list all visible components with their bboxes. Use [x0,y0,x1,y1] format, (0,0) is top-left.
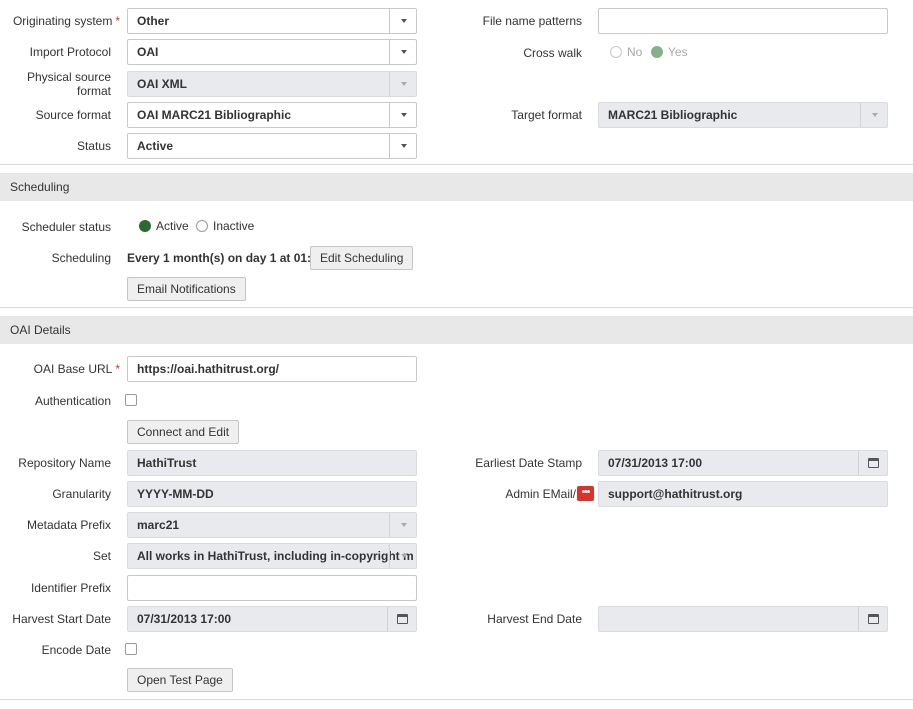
encode-date-label: Encode Date [41,643,111,657]
target-format-label: Target format [511,108,582,122]
source-format-value: OAI MARC21 Bibliographic [137,108,292,122]
harvest-end-date-label: Harvest End Date [487,612,582,626]
set-select: All works in HathiTrust, including in-co… [127,543,417,569]
metadata-prefix-select: marc21 [127,512,417,538]
scheduler-active-radio[interactable] [139,220,151,232]
divider [0,164,913,165]
scheduler-inactive-label: Inactive [213,219,255,233]
status-value: Active [137,139,174,153]
cross-walk-label: Cross walk [523,46,582,60]
file-name-patterns-input[interactable] [598,8,888,34]
oai-base-url-input[interactable]: https://oai.hathitrust.org/ [127,356,417,382]
admin-email-label: Admin EMail/ [505,487,576,501]
originating-system-label-text: Originating system [12,14,113,28]
physical-source-format-select: OAI XML [127,71,417,97]
chevron-down-icon [389,544,416,568]
target-format-value: MARC21 Bibliographic [608,108,738,122]
import-protocol-select[interactable]: OAI [127,39,417,65]
file-name-patterns-label: File name patterns [482,14,582,28]
harvest-start-date-value: 07/31/2013 17:00 [137,612,232,626]
divider [0,699,913,700]
chevron-down-icon [389,513,416,537]
originating-system-select[interactable]: Other [127,8,417,34]
email-notifications-button[interactable]: Email Notifications [127,277,246,301]
scheduling-section-header: Scheduling [0,173,913,201]
set-value: All works in HathiTrust, including in-co… [137,549,414,563]
chevron-down-icon[interactable] [389,9,416,33]
physical-source-format-label: Physical source format [0,70,111,98]
status-label: Status [76,139,111,153]
calendar-icon[interactable] [387,607,416,631]
authentication-label: Authentication [34,394,111,408]
scheduler-active-label: Active [156,219,189,233]
chevron-down-icon[interactable] [389,134,416,158]
earliest-date-stamp-label: Earliest Date Stamp [475,456,582,470]
cross-walk-no-radio [610,46,622,58]
import-protocol-value: OAI [137,45,159,59]
calendar-icon[interactable] [858,451,887,475]
divider [0,307,913,308]
chevron-down-icon [389,72,416,96]
encode-date-checkbox[interactable] [125,643,137,655]
edit-scheduling-button[interactable]: Edit Scheduling [310,246,414,270]
chevron-down-icon[interactable] [389,40,416,64]
set-label: Set [92,549,111,563]
required-marker: * [115,362,120,376]
harvest-start-date-label: Harvest Start Date [12,612,111,626]
cross-walk-yes-label: Yes [668,45,688,59]
oai-base-url-label: OAI Base URL * [0,362,120,376]
authentication-checkbox[interactable] [125,394,137,406]
repository-name-field: HathiTrust [127,450,417,476]
chevron-down-icon[interactable] [389,103,416,127]
metadata-prefix-label: Metadata Prefix [26,518,111,532]
source-format-label: Source format [35,108,111,122]
target-format-select: MARC21 Bibliographic [598,102,888,128]
email-icon[interactable]: ••• [577,486,594,501]
required-marker: * [115,14,120,28]
earliest-date-stamp-field: 07/31/2013 17:00 [598,450,888,476]
physical-source-format-label-line2: format [76,84,111,98]
harvest-start-date-field: 07/31/2013 17:00 [127,606,417,632]
calendar-icon[interactable] [858,607,887,631]
scheduling-value: Every 1 month(s) on day 1 at 01:00 [127,251,325,265]
granularity-label: Granularity [52,487,111,501]
physical-source-format-value: OAI XML [137,77,187,91]
status-select[interactable]: Active [127,133,417,159]
identifier-prefix-input[interactable] [127,575,417,601]
metadata-prefix-value: marc21 [137,518,180,532]
cross-walk-no-label: No [627,45,643,59]
source-format-select[interactable]: OAI MARC21 Bibliographic [127,102,417,128]
identifier-prefix-label: Identifier Prefix [30,581,111,595]
open-test-page-button[interactable]: Open Test Page [127,668,233,692]
connect-and-edit-button[interactable]: Connect and Edit [127,420,240,444]
physical-source-format-label-line1: Physical source [26,70,111,84]
cross-walk-yes-radio [651,46,663,58]
oai-details-section-header: OAI Details [0,316,913,344]
scheduling-label: Scheduling [51,251,111,265]
scheduler-inactive-radio[interactable] [196,220,208,232]
originating-system-value: Other [137,14,170,28]
granularity-field: YYYY-MM-DD [127,481,417,507]
import-protocol-label: Import Protocol [29,45,111,59]
scheduler-status-label: Scheduler status [21,220,111,234]
admin-email-field: support@hathitrust.org [598,481,888,507]
harvest-end-date-field [598,606,888,632]
oai-base-url-label-text: OAI Base URL [33,362,113,376]
chevron-down-icon [860,103,887,127]
earliest-date-stamp-value: 07/31/2013 17:00 [608,456,703,470]
repository-name-label: Repository Name [18,456,111,470]
originating-system-label: Originating system * [0,14,120,28]
